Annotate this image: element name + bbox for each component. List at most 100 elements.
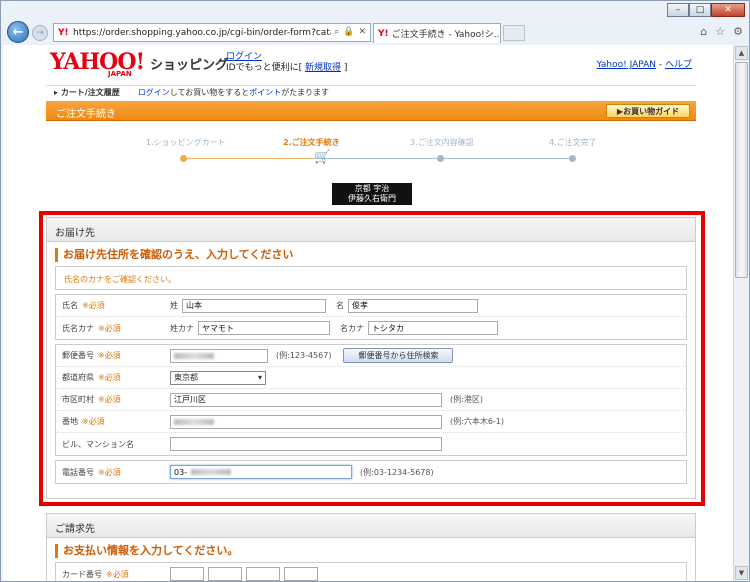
back-icon[interactable]: ← [7, 21, 29, 43]
login-promo-text: IDでもっと便利に[ 新規取得 ] [226, 60, 347, 73]
new-tab-button[interactable] [503, 25, 525, 41]
url-text: https://order.shopping.yahoo.co.jp/cgi-b… [73, 27, 344, 38]
zip-input[interactable] [170, 348, 268, 363]
city-hint: (例:港区) [450, 395, 483, 404]
kana-notice: 氏名のカナをご確認ください。 [55, 266, 687, 290]
required-mark: ※必須 [98, 373, 121, 382]
card-input-2[interactable] [208, 567, 242, 581]
shopping-guide-label: お買い物ガイド [623, 106, 680, 116]
favorites-star-icon[interactable]: ☆ [715, 25, 725, 38]
last-name-input[interactable]: 山本 [182, 298, 326, 313]
required-mark: ※必須 [98, 467, 121, 477]
first-kana-prefix: 名カナ [340, 323, 364, 333]
store-logo-line1: 京都 宇治 [354, 184, 390, 193]
crumb-point-text: してお買い物をするとポイントがたまります [169, 88, 330, 97]
phone-value: 03- [174, 467, 188, 477]
scroll-down-icon[interactable]: ▼ [735, 566, 748, 580]
card-input-3[interactable] [246, 567, 280, 581]
step-1-dot [180, 155, 187, 162]
last-kana-prefix: 姓カナ [170, 323, 194, 333]
order-steps: 1.ショッピングカート 2.ご注文手続き 3.ご注文内容確認 4.ご注文完了 🛒 [46, 137, 696, 177]
billing-panel: ご請求先 お支払い情報を入力してください。 カード番号 ※必須 [46, 513, 696, 581]
required-mark: ※必須 [98, 395, 121, 404]
minimize-button[interactable]: – [667, 3, 689, 17]
point-link[interactable]: ポイント [249, 88, 281, 97]
browser-toolbar-icons: ⌂ ☆ ⚙ [700, 25, 743, 38]
kana-label: 氏名カナ ※必須 [62, 323, 121, 333]
prefecture-row: 都道府県 ※必須 東京都 ▾ [56, 367, 686, 389]
zip-row: 郵便番号 ※必須 (例:123-4567) 郵便番号から住所検索 [56, 345, 686, 367]
last-kana-input[interactable]: ヤマモト [198, 321, 330, 335]
card-input-1[interactable] [170, 567, 204, 581]
billing-panel-title: ご請求先 [47, 514, 695, 538]
delivery-panel: お届け先 お届け先住所を確認のうえ、入力してください 氏名のカナをご確認ください… [46, 217, 696, 499]
required-mark: ※必須 [82, 417, 105, 426]
street-label: 番地 ※必須 [62, 417, 105, 426]
phone-input[interactable]: 03- [170, 465, 352, 479]
close-window-button[interactable]: ✕ [711, 3, 745, 17]
zip-label: 郵便番号 ※必須 [62, 351, 121, 360]
browser-window: – □ ✕ ← → Y! https://order.shopping.yaho… [0, 0, 750, 582]
navigation-bar: ← → Y! https://order.shopping.yahoo.co.j… [1, 19, 750, 45]
scroll-thumb[interactable] [735, 62, 748, 278]
building-row: ビル、マンション名 [56, 433, 686, 455]
required-mark: ※必須 [98, 323, 121, 333]
required-mark: ※必須 [98, 351, 121, 360]
street-row: 番地 ※必須 (例:六本木6-1) [56, 411, 686, 433]
vertical-scrollbar[interactable]: ▲ ▼ [733, 45, 748, 581]
zip-search-button[interactable]: 郵便番号から住所検索 [343, 348, 454, 363]
required-mark: ※必須 [82, 301, 105, 310]
card-input-4[interactable] [284, 567, 318, 581]
settings-gear-icon[interactable]: ⚙ [733, 25, 743, 38]
prefecture-select[interactable]: 東京都 ▾ [170, 370, 266, 385]
step-4-label: 4.ご注文完了 [549, 138, 597, 147]
cart-history-bar: ▸ カート/注文履歴 ログイン してお買い物をするとポイントがたまります [46, 85, 696, 99]
phone-group: 電話番号 ※必須 03- (例:03-1234-5678) [55, 460, 687, 484]
crumb-login-link[interactable]: ログイン [138, 87, 170, 98]
maximize-button[interactable]: □ [689, 3, 711, 17]
shopping-guide-button[interactable]: ▶ お買い物ガイド [606, 104, 690, 118]
city-label: 市区町村 ※必須 [62, 395, 121, 404]
step-3-dot [437, 155, 444, 162]
tab-order[interactable]: Y! ご注文手続き - Yahoo!シ... ✕ [373, 23, 501, 43]
phone-blurred [191, 469, 232, 475]
register-link[interactable]: 新規取得 [305, 63, 341, 73]
card-row: カード番号 ※必須 [56, 563, 686, 581]
first-name-prefix: 名 [336, 301, 344, 310]
building-label: ビル、マンション名 [62, 439, 134, 449]
street-input[interactable] [170, 414, 442, 429]
city-input[interactable]: 江戸川区 [170, 392, 442, 407]
prefecture-value: 東京都 [174, 373, 198, 382]
cart-history-link[interactable]: ▸ カート/注文履歴 [54, 87, 120, 98]
first-name-input[interactable]: 俊孝 [348, 298, 478, 313]
address-group: 郵便番号 ※必須 (例:123-4567) 郵便番号から住所検索 都道府県 ※必須 … [55, 344, 687, 456]
help-link[interactable]: ヘルプ [665, 60, 692, 70]
billing-section-title: お支払い情報を入力してください。 [55, 544, 687, 558]
scroll-up-icon[interactable]: ▲ [735, 46, 748, 60]
phone-row: 電話番号 ※必須 03- (例:03-1234-5678) [56, 461, 686, 483]
search-icon[interactable]: ⌕ [334, 27, 339, 37]
zip-hint: (例:123-4567) [276, 351, 332, 360]
title-bar: – □ ✕ [1, 1, 750, 21]
top-right-links: Yahoo! JAPAN - ヘルプ [597, 57, 692, 70]
lock-icon[interactable]: 🔒 [343, 27, 354, 37]
building-input[interactable] [170, 437, 442, 451]
home-icon[interactable]: ⌂ [700, 25, 707, 38]
store-logo[interactable]: 京都 宇治 伊藤久右衛門 [332, 183, 412, 205]
forward-icon[interactable]: → [32, 25, 48, 41]
city-row: 市区町村 ※必須 江戸川区 (例:港区) [56, 389, 686, 411]
prefecture-label: 都道府県 ※必須 [62, 373, 121, 382]
first-kana-input[interactable]: トシタカ [368, 321, 498, 335]
window-controls: – □ ✕ [667, 3, 745, 17]
street-hint: (例:六本木6-1) [450, 417, 505, 426]
delivery-panel-title: お届け先 [47, 218, 695, 242]
required-mark: ※必須 [106, 569, 129, 579]
address-bar[interactable]: Y! https://order.shopping.yahoo.co.jp/cg… [53, 23, 371, 42]
page-title: ご注文手続き [56, 109, 116, 120]
step-line-1 [184, 158, 314, 159]
name-group: 氏名 ※必須 姓 山本 名 俊孝 氏名カナ ※必須 姓カナ ヤマモト 名カナ ト… [55, 294, 687, 340]
yahoo-japan-link[interactable]: Yahoo! JAPAN [597, 60, 656, 70]
refresh-icon[interactable]: ✕ [358, 27, 366, 37]
phone-label: 電話番号 ※必須 [62, 467, 121, 477]
yahoo-favicon-icon: Y! [378, 28, 389, 39]
